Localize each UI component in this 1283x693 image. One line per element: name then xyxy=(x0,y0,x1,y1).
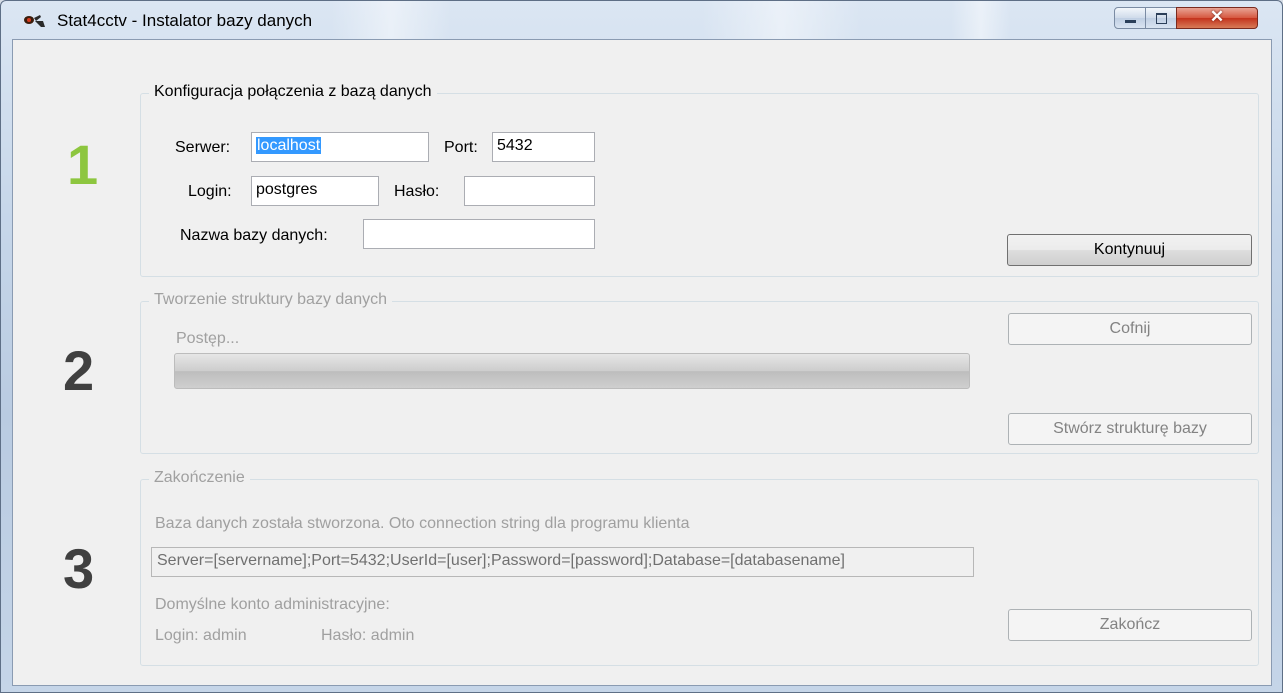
back-button[interactable]: Cofnij xyxy=(1008,313,1252,345)
title-bar-glare xyxy=(701,1,861,39)
admin-account-title: Domyślne konto administracyjne: xyxy=(155,596,390,613)
title-bar-glare xyxy=(951,1,1011,39)
finish-button[interactable]: Zakończ xyxy=(1008,609,1252,641)
admin-password-text: Hasło: admin xyxy=(321,627,415,644)
maximize-icon xyxy=(1156,13,1167,24)
window-client-area: 1 Konfiguracja połączenia z bazą danych … xyxy=(12,39,1272,686)
connection-config-group-title: Konfiguracja połączenia z bazą danych xyxy=(149,83,437,101)
minimize-button[interactable] xyxy=(1114,7,1146,29)
completion-group-title: Zakończenie xyxy=(149,469,250,487)
database-name-label: Nazwa bazy danych: xyxy=(180,227,328,244)
server-input-selected-text: localhost xyxy=(256,137,322,154)
maximize-button[interactable] xyxy=(1145,7,1177,29)
step-number-2: 2 xyxy=(63,339,95,402)
login-input[interactable]: postgres xyxy=(251,176,379,206)
close-button[interactable]: ✕ xyxy=(1176,7,1258,29)
database-name-input[interactable] xyxy=(363,219,595,249)
title-bar[interactable]: Stat4cctv - Instalator bazy danych ✕ xyxy=(1,1,1282,39)
server-input[interactable]: localhost xyxy=(251,132,429,162)
app-camera-icon[interactable] xyxy=(23,14,47,28)
port-input[interactable]: 5432 xyxy=(492,132,595,162)
close-icon: ✕ xyxy=(1209,7,1225,26)
password-label: Hasło: xyxy=(394,183,440,200)
create-structure-group-title: Tworzenie struktury bazy danych xyxy=(149,291,392,309)
progress-bar xyxy=(174,353,970,389)
server-label: Serwer: xyxy=(175,139,231,156)
step-number-1: 1 xyxy=(67,133,99,196)
connection-string-field[interactable]: Server=[servername];Port=5432;UserId=[us… xyxy=(151,547,974,577)
completion-info-text: Baza danych została stworzona. Oto conne… xyxy=(155,515,690,532)
login-label: Login: xyxy=(188,183,232,200)
progress-label: Postęp... xyxy=(176,330,240,347)
step-number-3: 3 xyxy=(63,537,95,600)
create-structure-button[interactable]: Stwórz strukturę bazy xyxy=(1008,413,1252,445)
minimize-icon xyxy=(1125,20,1136,23)
admin-login-text: Login: admin xyxy=(155,627,247,644)
window-title: Stat4cctv - Instalator bazy danych xyxy=(57,11,313,30)
password-input[interactable] xyxy=(464,176,595,206)
title-bar-glare xyxy=(331,1,451,39)
port-label: Port: xyxy=(444,139,478,156)
continue-button[interactable]: Kontynuuj xyxy=(1007,234,1252,266)
installer-window: Stat4cctv - Instalator bazy danych ✕ 1 K… xyxy=(0,0,1283,693)
